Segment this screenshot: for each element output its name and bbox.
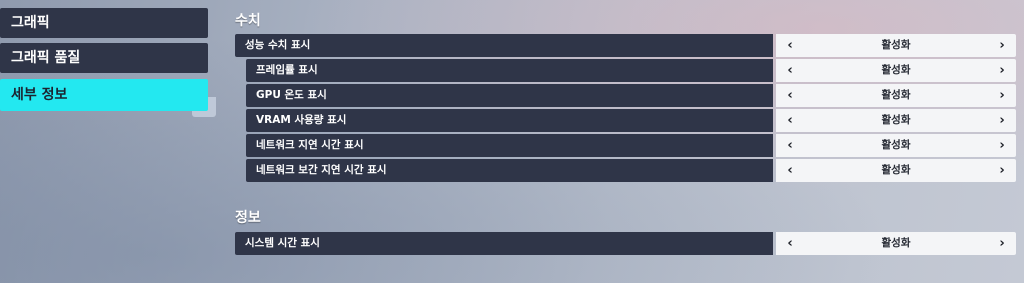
setting-value: 활성화	[881, 64, 911, 76]
setting-row-vram-usage[interactable]: VRAM 사용량 표시 ‹ 활성화 ›	[246, 109, 1016, 132]
setting-label: 네트워크 보간 지연 시간 표시	[246, 159, 773, 182]
setting-value: 활성화	[881, 237, 911, 249]
setting-row-gpu-temp[interactable]: GPU 온도 표시 ‹ 활성화 ›	[246, 84, 1016, 107]
setting-value: 활성화	[881, 114, 911, 126]
sidebar-item-graphics-quality[interactable]: 그래픽 품질	[0, 43, 208, 73]
setting-value-selector[interactable]: ‹ 활성화 ›	[776, 159, 1016, 182]
chevron-right-icon[interactable]: ›	[992, 134, 1012, 157]
setting-value-selector[interactable]: ‹ 활성화 ›	[776, 34, 1016, 57]
setting-value-selector[interactable]: ‹ 활성화 ›	[776, 232, 1016, 255]
section-title-info: 정보	[235, 210, 261, 226]
sidebar-item-label: 그래픽	[11, 15, 50, 31]
chevron-right-icon[interactable]: ›	[992, 109, 1012, 132]
section-title-stats: 수치	[235, 13, 261, 29]
sidebar-item-details[interactable]: 세부 정보	[0, 79, 208, 111]
setting-row-framerate[interactable]: 프레임률 표시 ‹ 활성화 ›	[246, 59, 1016, 82]
setting-value: 활성화	[881, 164, 911, 176]
setting-value-selector[interactable]: ‹ 활성화 ›	[776, 134, 1016, 157]
setting-value-selector[interactable]: ‹ 활성화 ›	[776, 109, 1016, 132]
setting-label: 네트워크 지연 시간 표시	[246, 134, 773, 157]
setting-row-network-interp-delay[interactable]: 네트워크 보간 지연 시간 표시 ‹ 활성화 ›	[246, 159, 1016, 182]
sidebar-item-label: 세부 정보	[11, 87, 68, 103]
setting-label: VRAM 사용량 표시	[246, 109, 773, 132]
setting-row-network-latency[interactable]: 네트워크 지연 시간 표시 ‹ 활성화 ›	[246, 134, 1016, 157]
setting-value-selector[interactable]: ‹ 활성화 ›	[776, 59, 1016, 82]
chevron-right-icon[interactable]: ›	[992, 232, 1012, 255]
setting-row-performance-stats[interactable]: 성능 수치 표시 ‹ 활성화 ›	[235, 34, 1016, 57]
setting-label: GPU 온도 표시	[246, 84, 773, 107]
setting-value-selector[interactable]: ‹ 활성화 ›	[776, 84, 1016, 107]
chevron-right-icon[interactable]: ›	[992, 59, 1012, 82]
setting-label: 시스템 시간 표시	[235, 232, 773, 255]
setting-value: 활성화	[881, 89, 911, 101]
sidebar-item-label: 그래픽 품질	[11, 50, 81, 66]
setting-label: 성능 수치 표시	[235, 34, 773, 57]
setting-value: 활성화	[881, 139, 911, 151]
chevron-right-icon[interactable]: ›	[992, 159, 1012, 182]
setting-row-system-time[interactable]: 시스템 시간 표시 ‹ 활성화 ›	[235, 232, 1016, 255]
setting-label: 프레임률 표시	[246, 59, 773, 82]
sidebar-item-graphics[interactable]: 그래픽	[0, 8, 208, 38]
chevron-right-icon[interactable]: ›	[992, 84, 1012, 107]
chevron-right-icon[interactable]: ›	[992, 34, 1012, 57]
setting-value: 활성화	[881, 39, 911, 51]
